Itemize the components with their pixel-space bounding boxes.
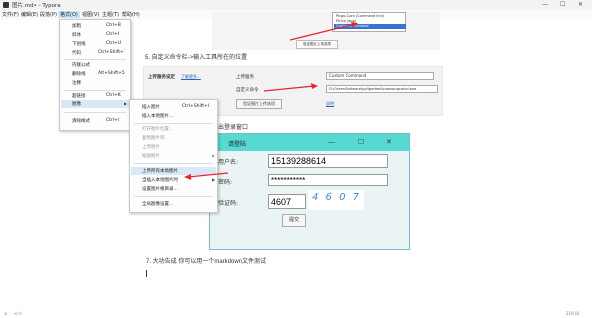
- custom-command-label: 自定义命令: [236, 88, 259, 93]
- menu-item-on-insert-local-image[interactable]: 当插入本地图片时: [142, 177, 178, 183]
- menu-item-copy-image-to[interactable]: 复制图片到...: [142, 135, 169, 141]
- captcha-image: 4 6 0 7: [308, 190, 364, 210]
- menu-separator: [64, 112, 126, 113]
- sidebar-toggle-icon[interactable]: ⊘: [4, 311, 7, 316]
- menu-item-hyperlink[interactable]: 超链接: [72, 93, 86, 99]
- uploader-select: Custom Command: [326, 72, 434, 80]
- menu-theme[interactable]: 主题(T): [102, 11, 119, 18]
- image-submenu: 插入图片 Ctrl+Shift+I 插入本地图片... 打开图片位置... 复制…: [129, 99, 218, 213]
- captcha-text: 4 6 0 7: [312, 192, 361, 203]
- menu-item-set-image-root[interactable]: 设置图片根目录...: [142, 186, 178, 192]
- menu-view[interactable]: 视图(V): [82, 11, 99, 18]
- menu-separator: [134, 163, 213, 164]
- username-input: [268, 154, 388, 168]
- shortcut: Ctrl+\: [106, 118, 120, 123]
- shortcut: Ctrl+I: [106, 32, 120, 37]
- login-close-icon: ✕: [386, 138, 392, 146]
- step5-text: 5. 自定义命令栏->输入工具所在的位置: [145, 55, 248, 61]
- service-setting-label: 上传服务设定: [148, 75, 175, 80]
- menu-help[interactable]: 帮助(H): [122, 11, 140, 18]
- word-count[interactable]: 216 词: [566, 311, 579, 317]
- menu-item-upload-image[interactable]: 上传图片: [142, 144, 160, 150]
- menu-separator: [64, 59, 126, 60]
- shortcut: Ctrl+B: [106, 23, 121, 28]
- format-menu: 加粗 Ctrl+B 斜体 Ctrl+I 下划线 Ctrl+U 代码 Ctrl+S…: [59, 19, 131, 131]
- step7-text: 7. 大功告成 你可以用一个markdown文件测试: [146, 259, 267, 265]
- login-max-icon: ☐: [358, 138, 365, 146]
- password-input: [268, 174, 388, 186]
- menu-item-upload-all-local-images[interactable]: 上传所有本地图片: [142, 168, 178, 174]
- menu-item-underline[interactable]: 下划线: [72, 41, 86, 47]
- source-mode-toggle[interactable]: </>: [14, 311, 22, 316]
- shortcut: Ctrl+U: [106, 41, 122, 46]
- learn-more-link: 了解更多...: [181, 74, 201, 79]
- menu-item-clear-format[interactable]: 清除样式: [72, 118, 90, 124]
- maximize-button[interactable]: ☐: [560, 1, 565, 8]
- shortcut: Ctrl+Shift+I: [182, 104, 210, 109]
- menu-paragraph[interactable]: 段落(P): [40, 11, 57, 18]
- login-dialog-header: 请登陆 — ☐ ✕: [210, 134, 409, 151]
- username-label: 用户名:: [218, 159, 239, 166]
- red-arrow-2: [263, 83, 318, 92]
- captcha-label: 验证码:: [218, 200, 239, 207]
- text-cursor: [146, 270, 147, 277]
- menu-item-code[interactable]: 代码: [72, 50, 81, 56]
- shortcut: Ctrl+Shift+`: [98, 50, 127, 55]
- menu-format[interactable]: 格式(O): [58, 11, 80, 18]
- doc-screenshot-login-dialog: 请登陆 — ☐ ✕ 用户名: 密码: 验证码: 4 6 0 7 提交: [209, 133, 410, 250]
- menu-separator: [64, 90, 126, 91]
- help-link: 说明: [326, 101, 334, 106]
- typora-app-icon: [3, 2, 9, 8]
- status-bar: ⊘ </> 216 词: [0, 310, 592, 318]
- menu-item-bold[interactable]: 加粗: [72, 23, 81, 29]
- menu-separator: [134, 196, 213, 197]
- minimize-button[interactable]: —: [542, 1, 548, 8]
- window-title: 图片.md• - Typora: [12, 3, 61, 9]
- menu-item-inline-math[interactable]: 内联公式: [72, 62, 90, 68]
- menu-edit[interactable]: 编辑(E): [21, 11, 38, 18]
- menu-separator: [134, 123, 213, 124]
- verify-upload-button: 验证图片上传选项: [236, 99, 282, 109]
- red-arrow-3: [184, 172, 229, 180]
- menu-item-italic[interactable]: 斜体: [72, 32, 81, 38]
- close-button[interactable]: ✕: [578, 1, 583, 8]
- menu-item-zoom-image[interactable]: 缩放图片: [142, 153, 160, 159]
- login-title: 请登陆: [228, 141, 247, 148]
- shortcut: Ctrl+K: [106, 93, 121, 98]
- captcha-input: [268, 194, 306, 209]
- chevron-right-icon: ▶: [212, 153, 216, 158]
- menu-item-global-image-settings[interactable]: 全局图像设置...: [142, 201, 173, 207]
- menu-file[interactable]: 文件(F): [2, 11, 19, 18]
- login-submit-button: 提交: [282, 214, 306, 227]
- menu-item-comment[interactable]: 注释: [72, 80, 81, 86]
- uploader-label: 上传服务: [236, 75, 254, 80]
- menu-item-open-image-location[interactable]: 打开图片位置...: [142, 126, 173, 132]
- menu-item-insert-image[interactable]: 插入图片: [142, 104, 160, 110]
- chevron-right-icon: ▶: [124, 101, 128, 106]
- red-arrow-1: [289, 22, 358, 41]
- menu-item-image[interactable]: 图像: [72, 101, 81, 107]
- menu-item-strikethrough[interactable]: 删除线: [72, 71, 86, 77]
- custom-command-field: D:\GreenSoftware\pyfigerbed\chaowngcolud…: [326, 85, 438, 93]
- menu-item-insert-local-image[interactable]: 插入本地图片...: [142, 113, 173, 119]
- shortcut: Alt+Shift+5: [98, 71, 125, 76]
- login-min-icon: —: [328, 138, 335, 146]
